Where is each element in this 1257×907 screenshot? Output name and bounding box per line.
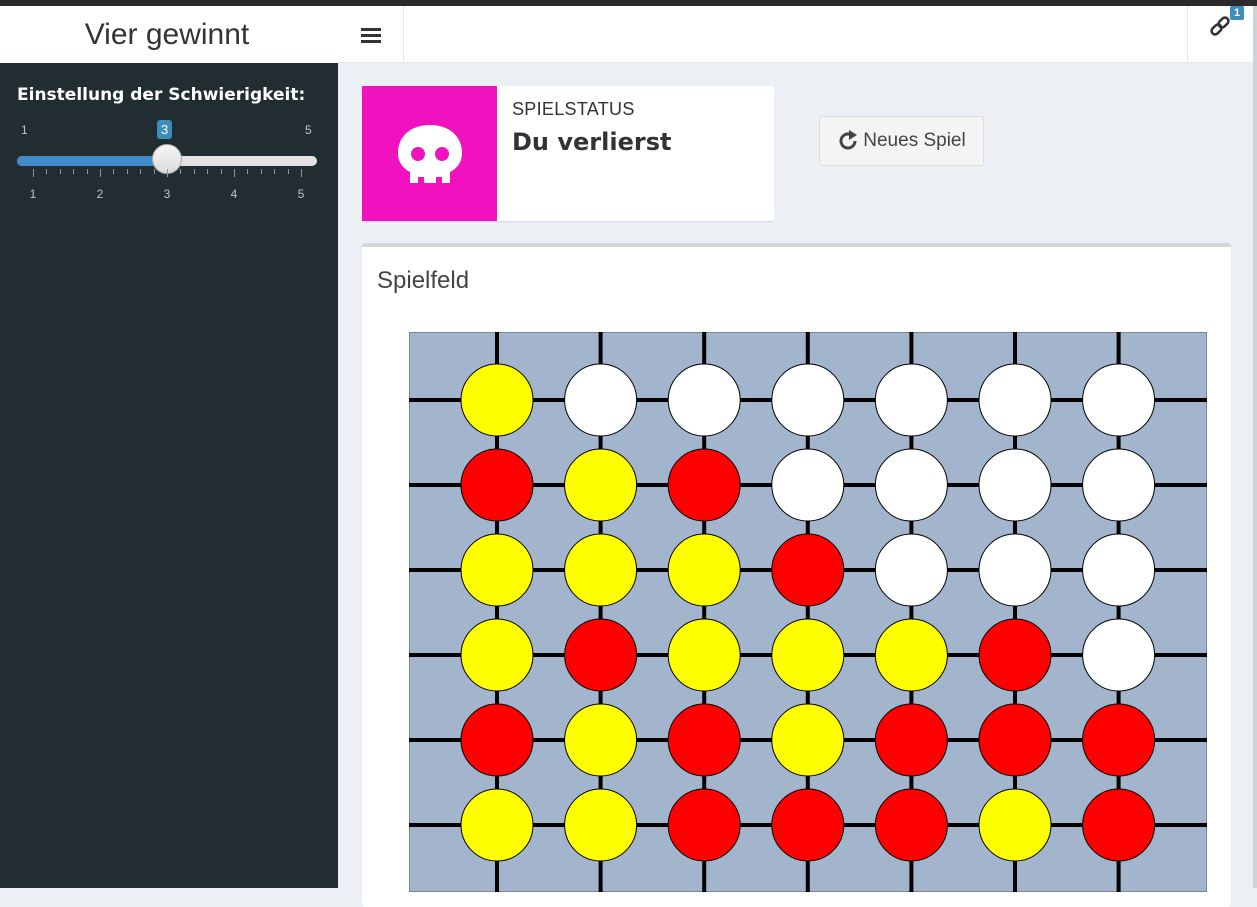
board-cell-empty[interactable] bbox=[1082, 448, 1156, 522]
slider-tick bbox=[140, 169, 142, 174]
board-cell-red[interactable] bbox=[460, 703, 534, 777]
slider-tick bbox=[73, 169, 75, 174]
slider-tick bbox=[287, 169, 289, 174]
board-cell-empty[interactable] bbox=[978, 533, 1052, 607]
slider-tick bbox=[274, 169, 276, 174]
board-cell-empty[interactable] bbox=[874, 448, 948, 522]
game-board[interactable] bbox=[409, 332, 1207, 892]
slider-tick bbox=[153, 169, 155, 174]
board-cell-empty[interactable] bbox=[978, 448, 1052, 522]
slider-tick bbox=[193, 169, 195, 174]
slider-tick bbox=[33, 169, 34, 177]
slider-tick bbox=[167, 169, 168, 177]
slider-tick bbox=[234, 169, 235, 177]
refresh-icon bbox=[839, 130, 858, 150]
board-cell-yellow[interactable] bbox=[771, 618, 845, 692]
board-cell-yellow[interactable] bbox=[667, 618, 741, 692]
main-content: SPIELSTATUS Du verlierst Neues Spiel Spi… bbox=[338, 63, 1253, 907]
status-value: Du verlierst bbox=[512, 128, 672, 156]
sidebar-toggle-button[interactable] bbox=[338, 6, 404, 63]
board-panel-title: Spielfeld bbox=[377, 267, 470, 294]
skull-icon bbox=[397, 124, 462, 183]
board-cell-red[interactable] bbox=[978, 618, 1052, 692]
board-cell-yellow[interactable] bbox=[460, 788, 534, 862]
board-cell-yellow[interactable] bbox=[667, 533, 741, 607]
board-cell-yellow[interactable] bbox=[564, 448, 638, 522]
slider-value-badge: 3 bbox=[157, 120, 173, 139]
board-cell-red[interactable] bbox=[1082, 788, 1156, 862]
new-game-label: Neues Spiel bbox=[863, 130, 966, 151]
board-cell-yellow[interactable] bbox=[564, 703, 638, 777]
slider-tick bbox=[59, 169, 61, 174]
slider-tick bbox=[301, 169, 302, 177]
board-cell-empty[interactable] bbox=[874, 363, 948, 437]
slider-tick bbox=[46, 169, 48, 174]
board-cell-yellow[interactable] bbox=[460, 618, 534, 692]
app-title: Vier gewinnt bbox=[0, 6, 338, 63]
slider-min-label: 1 bbox=[21, 123, 28, 137]
new-game-button[interactable]: Neues Spiel bbox=[819, 116, 984, 166]
slider-tick bbox=[113, 169, 115, 174]
board-cell-empty[interactable] bbox=[978, 363, 1052, 437]
bars-icon bbox=[360, 27, 381, 43]
board-cell-yellow[interactable] bbox=[564, 788, 638, 862]
board-cell-red[interactable] bbox=[667, 703, 741, 777]
slider-tick-label: 1 bbox=[29, 187, 37, 201]
board-cell-red[interactable] bbox=[667, 788, 741, 862]
link-icon bbox=[1210, 16, 1230, 36]
slider-tick bbox=[100, 169, 101, 177]
slider-tick bbox=[126, 169, 128, 174]
board-cell-red[interactable] bbox=[667, 448, 741, 522]
board-cell-red[interactable] bbox=[460, 448, 534, 522]
slider-tick bbox=[180, 169, 182, 174]
difficulty-slider-fill bbox=[17, 156, 167, 166]
board-cell-empty[interactable] bbox=[1082, 363, 1156, 437]
board-cell-empty[interactable] bbox=[771, 363, 845, 437]
board-cell-red[interactable] bbox=[771, 788, 845, 862]
board-cell-red[interactable] bbox=[874, 703, 948, 777]
link-button[interactable]: 1 bbox=[1187, 6, 1257, 63]
top-navbar: 1 bbox=[338, 6, 1257, 63]
board-cell-yellow[interactable] bbox=[460, 533, 534, 607]
board-cell-empty[interactable] bbox=[874, 533, 948, 607]
scrollbar-edge bbox=[1253, 6, 1257, 888]
slider-tick bbox=[207, 169, 209, 174]
board-cell-red[interactable] bbox=[564, 618, 638, 692]
slider-tick-label: 4 bbox=[230, 187, 238, 201]
board-cell-empty[interactable] bbox=[667, 363, 741, 437]
slider-tick-label: 3 bbox=[163, 187, 171, 201]
board-cell-empty[interactable] bbox=[1082, 533, 1156, 607]
board-cell-empty[interactable] bbox=[564, 363, 638, 437]
board-cell-yellow[interactable] bbox=[771, 703, 845, 777]
game-status-infobox: SPIELSTATUS Du verlierst bbox=[362, 86, 774, 221]
board-cell-yellow[interactable] bbox=[874, 618, 948, 692]
board-cell-red[interactable] bbox=[771, 533, 845, 607]
board-cell-empty[interactable] bbox=[1082, 618, 1156, 692]
link-badge: 1 bbox=[1230, 6, 1245, 20]
board-cell-red[interactable] bbox=[874, 788, 948, 862]
board-cell-red[interactable] bbox=[1082, 703, 1156, 777]
sidebar: Einstellung der Schwierigkeit: 1 5 3 1 2 3… bbox=[0, 63, 338, 888]
board-cell-empty[interactable] bbox=[771, 448, 845, 522]
board-cell-yellow[interactable] bbox=[978, 788, 1052, 862]
slider-tick bbox=[86, 169, 88, 174]
board-cell-yellow[interactable] bbox=[564, 533, 638, 607]
slider-tick bbox=[247, 169, 249, 174]
slider-max-label: 5 bbox=[305, 123, 312, 137]
board-cell-red[interactable] bbox=[978, 703, 1052, 777]
slider-tick-label: 5 bbox=[297, 187, 305, 201]
board-panel: Spielfeld bbox=[362, 243, 1231, 907]
slider-tick bbox=[260, 169, 262, 174]
board-cell-yellow[interactable] bbox=[460, 363, 534, 437]
difficulty-label: Einstellung der Schwierigkeit: bbox=[17, 85, 306, 105]
slider-tick-label: 2 bbox=[96, 187, 104, 201]
slider-tick bbox=[220, 169, 222, 174]
status-caption: SPIELSTATUS bbox=[512, 99, 635, 119]
status-icon-box bbox=[362, 86, 497, 221]
